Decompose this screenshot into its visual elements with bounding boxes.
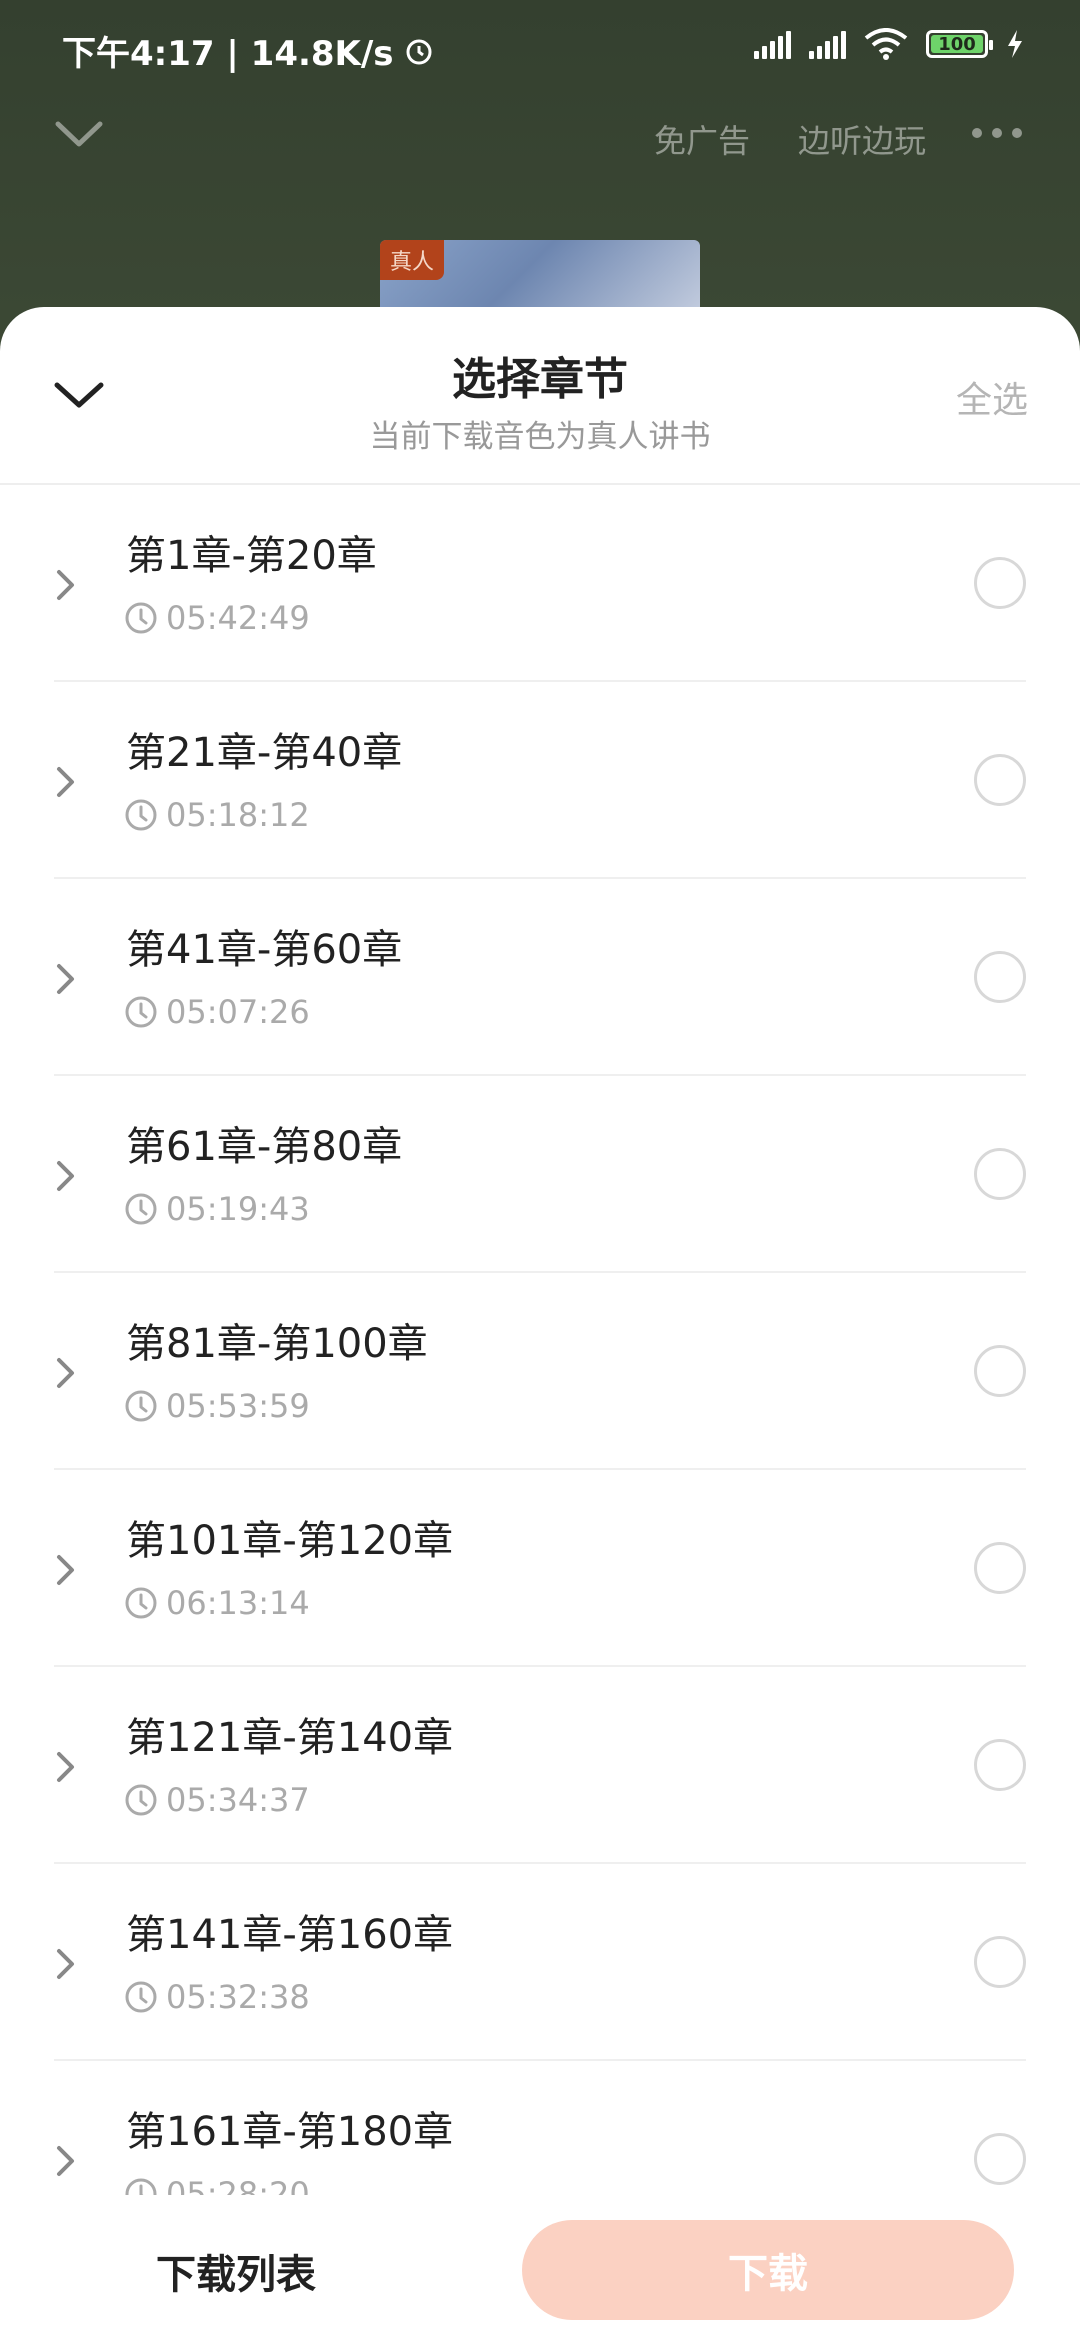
clock-icon xyxy=(125,1784,157,1816)
chapter-duration: 05:34:37 xyxy=(124,1781,310,1819)
chapter-row[interactable]: 第141章-第160章 05:32:38 xyxy=(0,1864,1080,2061)
chapter-duration: 05:28:20 xyxy=(124,2175,310,2195)
chapter-duration-text: 05:07:26 xyxy=(166,993,310,1031)
expand-chevron-icon[interactable] xyxy=(54,961,78,997)
sheet-header: 选择章节 当前下载音色为真人讲书 全选 xyxy=(0,307,1080,485)
chapter-title: 第21章-第40章 xyxy=(126,730,403,776)
download-list-button[interactable]: 下载列表 xyxy=(156,2242,316,2300)
download-button-label: 下载 xyxy=(728,2251,808,2297)
chapter-row[interactable]: 第81章-第100章 05:53:59 xyxy=(0,1273,1080,1470)
bottom-bar: 下载列表 下载 xyxy=(0,2200,1080,2340)
chapter-title: 第141章-第160章 xyxy=(126,1912,454,1958)
expand-chevron-icon[interactable] xyxy=(54,1552,78,1588)
chapter-duration: 05:32:38 xyxy=(124,1978,310,2016)
chapter-duration-text: 05:19:43 xyxy=(166,1190,310,1228)
chapter-duration: 05:42:49 xyxy=(124,599,310,637)
alarm-icon xyxy=(406,39,432,64)
status-time-speed: 下午4:17 | 14.8K/s xyxy=(62,34,394,74)
clock-icon xyxy=(125,1390,157,1422)
chapter-duration-text: 05:53:59 xyxy=(166,1387,310,1425)
chapter-row[interactable]: 第1章-第20章 05:42:49 xyxy=(0,485,1080,682)
chapter-duration-text: 05:28:20 xyxy=(166,2175,310,2195)
signal-icon xyxy=(754,29,791,59)
chapter-duration: 06:13:14 xyxy=(124,1584,310,1622)
listen-play-button[interactable]: 边听边玩 xyxy=(798,116,926,162)
chapter-duration: 05:53:59 xyxy=(124,1387,310,1425)
chapter-duration-text: 06:13:14 xyxy=(166,1584,310,1622)
chapter-select-radio[interactable] xyxy=(974,2133,1026,2185)
chapter-duration-text: 05:18:12 xyxy=(166,796,310,834)
status-bar: 下午4:17 | 14.8K/s 100 xyxy=(0,0,1080,96)
chapter-duration: 05:18:12 xyxy=(124,796,310,834)
chapter-select-radio[interactable] xyxy=(974,1345,1026,1397)
chapter-title: 第1章-第20章 xyxy=(126,533,377,579)
clock-icon xyxy=(125,1981,157,2013)
expand-chevron-icon[interactable] xyxy=(54,764,78,800)
chapter-select-radio[interactable] xyxy=(974,951,1026,1003)
chapter-title: 第101章-第120章 xyxy=(126,1518,454,1564)
download-button[interactable]: 下载 xyxy=(522,2220,1014,2320)
chapter-duration-text: 05:34:37 xyxy=(166,1781,310,1819)
signal-hd-icon xyxy=(809,29,846,59)
chapter-row[interactable]: 第101章-第120章 06:13:14 xyxy=(0,1470,1080,1667)
cover-tag: 真人 xyxy=(380,240,445,280)
clock-icon xyxy=(125,2178,157,2195)
battery-icon: 100 xyxy=(926,30,993,58)
sheet-title: 选择章节 xyxy=(452,354,628,405)
chapter-select-radio[interactable] xyxy=(974,1936,1026,1988)
more-icon[interactable] xyxy=(972,128,1022,138)
expand-chevron-icon[interactable] xyxy=(54,1749,78,1785)
chapter-select-sheet: 选择章节 当前下载音色为真人讲书 全选 第1章-第20章 05:42:49 第21章… xyxy=(0,307,1080,2340)
clock-icon xyxy=(125,1193,157,1225)
chapter-select-radio[interactable] xyxy=(974,1542,1026,1594)
chapter-title: 第161章-第180章 xyxy=(126,2109,454,2155)
chapter-duration: 05:19:43 xyxy=(124,1190,310,1228)
expand-chevron-icon[interactable] xyxy=(54,1158,78,1194)
clock-icon xyxy=(125,1587,157,1619)
wifi-icon xyxy=(864,28,908,60)
expand-chevron-icon[interactable] xyxy=(54,1355,78,1391)
expand-chevron-icon[interactable] xyxy=(54,2143,78,2179)
charging-icon xyxy=(1008,30,1022,58)
chapter-title: 第61章-第80章 xyxy=(126,1124,403,1170)
sheet-subtitle: 当前下载音色为真人讲书 xyxy=(369,419,711,455)
chapter-title: 第41章-第60章 xyxy=(126,927,403,973)
player-top-bar: 免广告 边听边玩 xyxy=(0,100,1080,170)
chapter-select-radio[interactable] xyxy=(974,1739,1026,1791)
chapter-title: 第121章-第140章 xyxy=(126,1715,454,1761)
chapter-select-radio[interactable] xyxy=(974,754,1026,806)
expand-chevron-icon[interactable] xyxy=(54,567,78,603)
chapter-title: 第81章-第100章 xyxy=(126,1321,428,1367)
chapter-row[interactable]: 第41章-第60章 05:07:26 xyxy=(0,879,1080,1076)
chapter-select-radio[interactable] xyxy=(974,557,1026,609)
chapter-duration-text: 05:42:49 xyxy=(166,599,310,637)
chapter-row[interactable]: 第21章-第40章 05:18:12 xyxy=(0,682,1080,879)
battery-level: 100 xyxy=(938,33,976,55)
select-all-button[interactable]: 全选 xyxy=(956,371,1028,423)
clock-icon xyxy=(125,602,157,634)
chapter-duration-text: 05:32:38 xyxy=(166,1978,310,2016)
chapter-row[interactable]: 第161章-第180章 05:28:20 xyxy=(0,2061,1080,2195)
expand-chevron-icon[interactable] xyxy=(54,1946,78,1982)
chapter-list: 第1章-第20章 05:42:49 第21章-第40章 05:18:12 第41章-第6… xyxy=(0,485,1080,2195)
clock-icon xyxy=(125,799,157,831)
ad-free-button[interactable]: 免广告 xyxy=(654,116,750,162)
chapter-row[interactable]: 第121章-第140章 05:34:37 xyxy=(0,1667,1080,1864)
clock-icon xyxy=(125,996,157,1028)
collapse-player-icon[interactable] xyxy=(54,114,104,154)
chapter-duration: 05:07:26 xyxy=(124,993,310,1031)
chapter-select-radio[interactable] xyxy=(974,1148,1026,1200)
chapter-row[interactable]: 第61章-第80章 05:19:43 xyxy=(0,1076,1080,1273)
